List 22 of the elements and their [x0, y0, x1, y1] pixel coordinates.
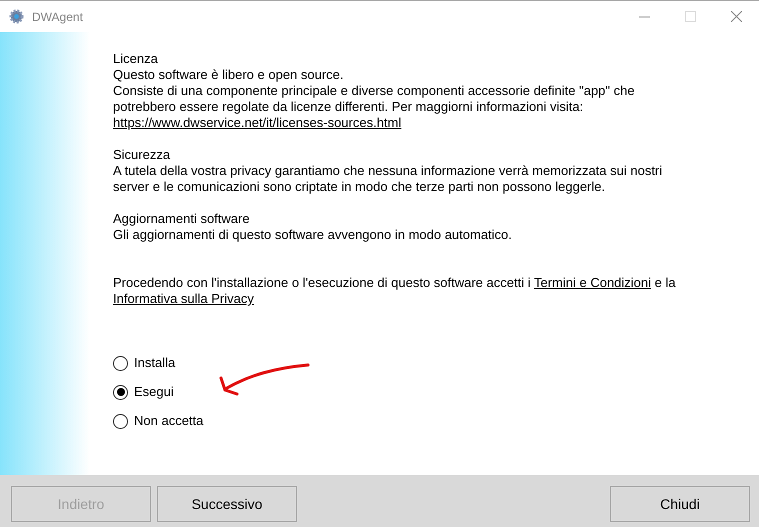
link[interactable]: Termini e Condizioni	[534, 275, 652, 290]
paragraph: Procedendo con l'installazione o l'esecuzione di questo software accetti i Termini e Condizioni e la Informativa sulla Privacy	[113, 275, 677, 307]
section-title: Sicurezza	[113, 147, 172, 163]
paragraph: Consiste di una componente principale e diverse componenti accessorie definite "app" che potrebbero essere regolate da licenze differenti. Per maggiorni informazioni visita: https://www.dwservice.net/it/licenses-sources.html	[113, 83, 636, 131]
close-icon[interactable]	[730, 11, 742, 22]
paragraph: Gli aggiornamenti di questo software avvengono in modo automatico.	[113, 227, 513, 243]
radio-label[interactable]: Installa	[134, 355, 176, 371]
radio-button[interactable]	[113, 384, 128, 400]
radio-label[interactable]: Esegui	[134, 384, 174, 400]
link[interactable]: https://www.dwservice.net/it/licenses-sources.html	[113, 115, 402, 130]
paragraph: A tutela della vostra privacy garantiamo che nessuna informazione verrà memorizzata sui nostri server e le comunicazioni sono criptate in modo che terze parti non possono leggerle.	[113, 163, 664, 195]
window-title: DWAgent	[32, 10, 83, 24]
paragraph: Questo software è libero e open source.	[113, 67, 345, 83]
radio-button[interactable]	[113, 414, 128, 428]
button[interactable]: Chiudi	[610, 486, 750, 522]
section-title: Licenza	[113, 51, 159, 67]
gear-icon	[9, 9, 24, 24]
button[interactable]: Successivo	[157, 486, 297, 522]
radio-label[interactable]: Non accetta	[134, 413, 204, 429]
section-title: Aggiornamenti software	[113, 211, 251, 227]
radio-button[interactable]	[113, 356, 128, 370]
link[interactable]: Informativa sulla Privacy	[113, 291, 254, 306]
